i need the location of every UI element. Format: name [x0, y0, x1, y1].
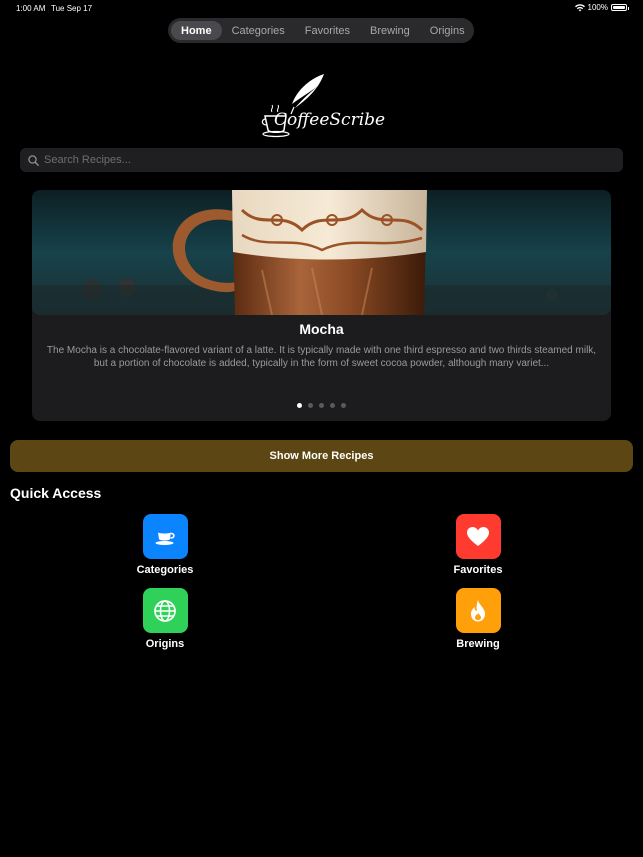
- page-dot[interactable]: [308, 403, 313, 408]
- quick-access-favorites[interactable]: Favorites: [433, 514, 523, 576]
- quick-access-brewing[interactable]: Brewing: [433, 588, 523, 650]
- status-time: 1:00 AM: [16, 4, 46, 13]
- search-icon: [28, 154, 39, 166]
- page-dot[interactable]: [330, 403, 335, 408]
- battery-fill: [613, 6, 625, 9]
- battery-percent: 100%: [587, 3, 608, 12]
- tab-favorites[interactable]: Favorites: [295, 21, 360, 40]
- flame-icon[interactable]: [455, 588, 501, 633]
- heart-icon[interactable]: [455, 514, 501, 559]
- tab-brewing[interactable]: Brewing: [360, 21, 420, 40]
- quick-access-label: Favorites: [453, 564, 503, 576]
- recipe-title: Mocha: [299, 321, 344, 337]
- status-bar: 1:00 AM Tue Sep 17 100%: [0, 0, 643, 16]
- recipe-image[interactable]: [32, 190, 611, 315]
- quick-access-title: Quick Access: [10, 485, 102, 501]
- coffee-cup-icon[interactable]: [142, 514, 188, 559]
- page-dot[interactable]: [297, 403, 302, 408]
- page-dot[interactable]: [341, 403, 346, 408]
- logo-text: CoffeeScribe: [274, 110, 386, 130]
- search-input[interactable]: [44, 154, 604, 166]
- globe-icon[interactable]: [142, 588, 188, 633]
- status-date: Tue Sep 17: [51, 4, 93, 13]
- recipe-description: The Mocha is a chocolate-flavored varian…: [46, 345, 597, 369]
- quick-access-categories[interactable]: Categories: [120, 514, 210, 576]
- tab-origins[interactable]: Origins: [420, 21, 475, 40]
- quick-access-label: Categories: [136, 564, 194, 576]
- page-dot[interactable]: [319, 403, 324, 408]
- search-bar[interactable]: [20, 148, 623, 172]
- quick-access-label: Origins: [145, 638, 185, 650]
- recipe-carousel[interactable]: Mocha The Mocha is a chocolate-flavored …: [32, 190, 611, 421]
- quick-access-label: Brewing: [456, 638, 500, 650]
- tab-bar: Home Categories Favorites Brewing Origin…: [168, 18, 474, 43]
- page-indicator[interactable]: [32, 403, 611, 408]
- tab-categories[interactable]: Categories: [222, 21, 295, 40]
- wifi-icon: [574, 3, 585, 11]
- battery-icon: [611, 4, 629, 11]
- status-indicators: 100%: [574, 3, 629, 12]
- show-more-recipes-button[interactable]: Show More Recipes: [10, 440, 633, 472]
- mocha-cup-image: [32, 190, 611, 315]
- tab-home[interactable]: Home: [171, 21, 222, 40]
- app-logo: CoffeeScribe: [260, 72, 385, 138]
- quick-access-origins[interactable]: Origins: [120, 588, 210, 650]
